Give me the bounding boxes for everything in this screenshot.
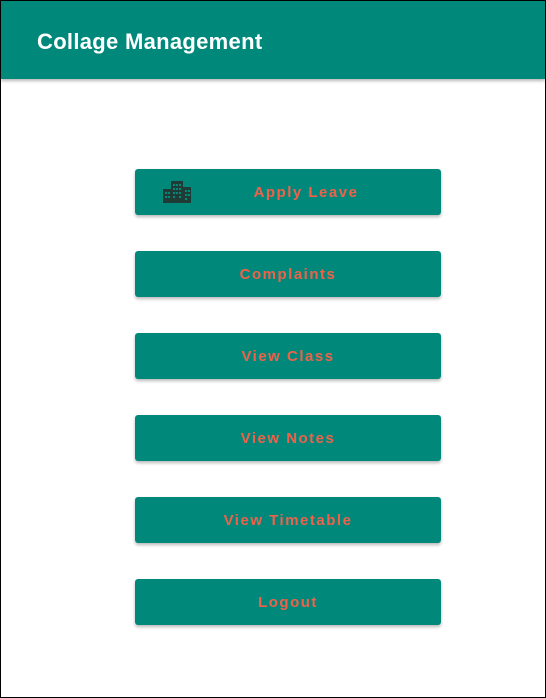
logout-button[interactable]: Logout <box>135 579 441 625</box>
view-notes-button[interactable]: View Notes <box>135 415 441 461</box>
main-menu: Apply Leave Complaints View Class View N… <box>135 169 441 625</box>
complaints-label: Complaints <box>239 265 337 283</box>
view-notes-label: View Notes <box>240 429 336 447</box>
apply-leave-button[interactable]: Apply Leave <box>135 169 441 215</box>
logout-label: Logout <box>258 593 318 611</box>
view-class-label: View Class <box>241 347 335 365</box>
view-timetable-label: View Timetable <box>223 511 353 529</box>
building-icon <box>163 181 191 203</box>
view-class-button[interactable]: View Class <box>135 333 441 379</box>
app-title: Collage Management <box>37 29 263 54</box>
complaints-button[interactable]: Complaints <box>135 251 441 297</box>
app-window: Collage Management Apply Leave Complaint… <box>0 0 546 698</box>
apply-leave-label: Apply Leave <box>253 183 359 201</box>
app-bar: Collage Management <box>1 1 545 79</box>
view-timetable-button[interactable]: View Timetable <box>135 497 441 543</box>
